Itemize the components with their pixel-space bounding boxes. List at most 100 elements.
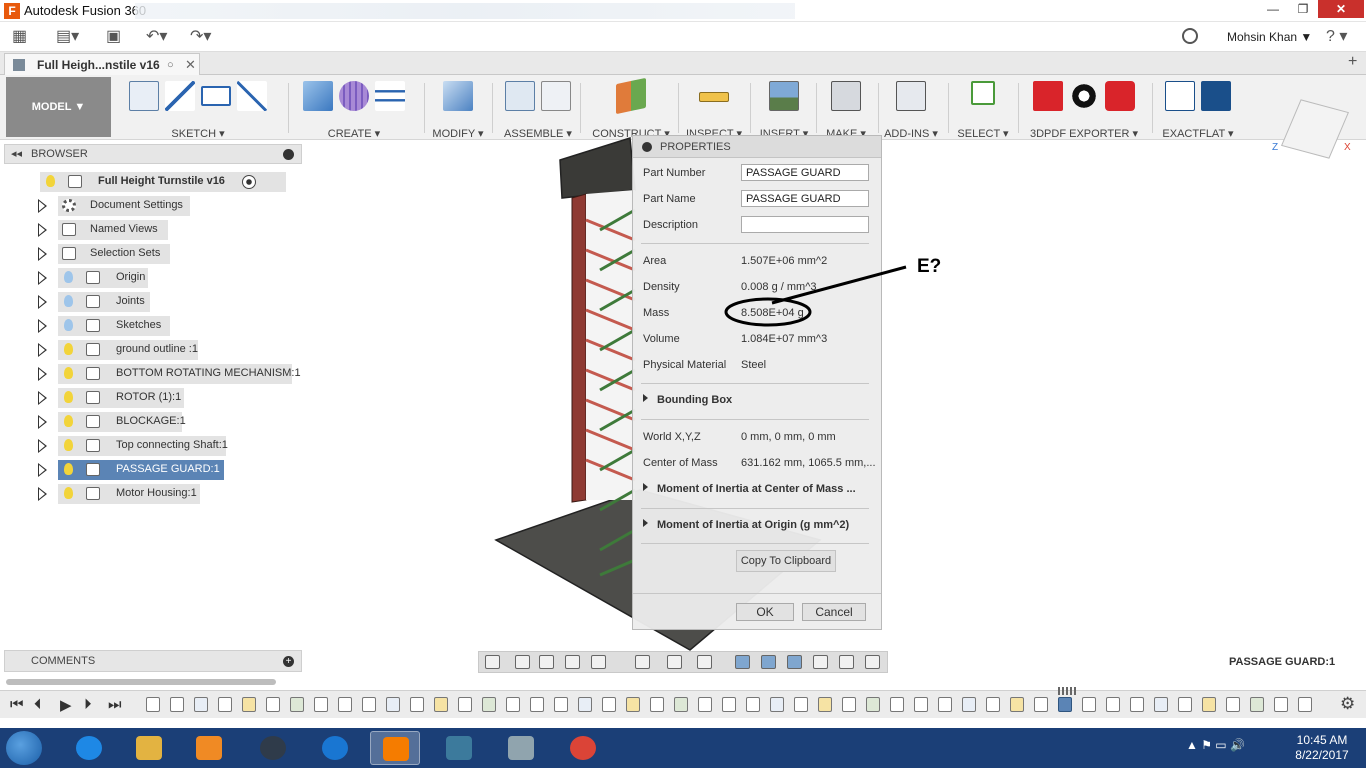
timeline-feature-icon[interactable] [338, 697, 352, 712]
timeline-feature-icon[interactable] [674, 697, 688, 712]
taskbar-explorer-button[interactable] [124, 731, 174, 765]
timeline-feature-icon[interactable] [698, 697, 712, 712]
modify-group[interactable]: MODIFY ▾ [428, 81, 488, 140]
timeline-feature-icon[interactable] [1034, 697, 1048, 712]
visibility-bulb-icon[interactable] [64, 319, 73, 331]
spline-icon[interactable] [237, 81, 267, 111]
pdf-settings-icon[interactable] [1105, 81, 1135, 111]
timeline-feature-icon[interactable] [914, 697, 928, 712]
view-cube[interactable]: Z X [1272, 96, 1358, 168]
timeline-feature-icon[interactable] [482, 697, 496, 712]
make-group[interactable]: MAKE ▾ [818, 81, 874, 140]
offset-plane-icon[interactable] [616, 77, 646, 115]
browser-tree-item[interactable]: PASSAGE GUARD:1 [38, 460, 298, 480]
3d-print-icon[interactable] [831, 81, 861, 111]
timeline-feature-icon[interactable] [746, 697, 760, 712]
zoom-icon[interactable] [565, 655, 580, 669]
add-comment-icon[interactable]: + [283, 656, 294, 667]
timeline-feature-icon[interactable] [434, 697, 448, 712]
timeline-next-icon[interactable]: ⏵ [84, 696, 92, 713]
timeline-feature-icon[interactable] [818, 697, 832, 712]
insert-group[interactable]: INSERT ▾ [754, 81, 814, 140]
view-cube-face[interactable] [1280, 99, 1350, 159]
timeline-feature-icon[interactable] [1226, 697, 1240, 712]
description-input[interactable] [741, 216, 869, 233]
viewports-icon[interactable] [697, 655, 712, 669]
job-status-clock-icon[interactable] [1182, 28, 1198, 44]
timeline-first-icon[interactable]: ⏮ [10, 696, 24, 713]
timeline-feature-icon[interactable] [962, 697, 976, 712]
pan-hand-icon[interactable] [539, 655, 554, 669]
timeline-last-icon[interactable]: ⏭ [108, 696, 122, 713]
expand-arrow-icon[interactable] [38, 223, 47, 237]
display-settings-icon[interactable] [635, 655, 650, 669]
timeline-play-icon[interactable]: ▶ [60, 696, 72, 714]
data-panel-grid-icon[interactable]: ▦ [12, 26, 27, 48]
close-button[interactable]: ✕ [1318, 0, 1364, 18]
browser-tree-item[interactable]: ground outline :1 [38, 340, 298, 360]
browser-root-row[interactable]: Full Height Turnstile v16 [20, 172, 286, 192]
file-menu-icon[interactable]: ▤▾ [56, 26, 79, 48]
timeline-feature-icon[interactable] [866, 697, 880, 712]
expand-arrow-icon[interactable] [38, 439, 47, 453]
timeline-feature-icon[interactable] [506, 697, 520, 712]
timeline-feature-icon[interactable] [1058, 697, 1072, 712]
part-number-input[interactable] [741, 164, 869, 181]
start-button[interactable] [6, 731, 42, 765]
undo-icon[interactable]: ↶▾ [146, 26, 167, 48]
taskbar-chrome-button[interactable] [558, 731, 608, 765]
taskbar-ie-button[interactable] [64, 731, 114, 765]
taskbar-c-app-button[interactable] [310, 731, 360, 765]
3dpdf-exporter-group[interactable]: 3DPDF EXPORTER ▾ [1022, 81, 1146, 140]
bounding-box-section[interactable]: Bounding Box [643, 394, 732, 406]
sketch-group[interactable]: SKETCH ▾ [118, 81, 278, 140]
timeline-feature-icon[interactable] [314, 697, 328, 712]
create-group[interactable]: CREATE ▾ [294, 81, 414, 140]
browser-tree-item[interactable]: Top connecting Shaft:1 [38, 436, 298, 456]
browser-tree-item[interactable]: Origin [38, 268, 298, 288]
browser-scrollbar[interactable] [6, 679, 276, 685]
properties-header[interactable]: PROPERTIES [633, 136, 881, 158]
timeline-feature-icon[interactable] [1154, 697, 1168, 712]
redo-icon[interactable]: ↷▾ [190, 26, 211, 48]
visibility-bulb-icon[interactable] [46, 175, 55, 187]
expand-arrow-icon[interactable] [38, 391, 47, 405]
box-view-icon[interactable] [865, 655, 880, 669]
fit-zoom-icon[interactable] [591, 655, 606, 669]
properties-collapse-icon[interactable] [642, 142, 652, 152]
browser-tree-item[interactable]: Named Views [38, 220, 298, 240]
new-component-icon[interactable] [505, 81, 535, 111]
timeline-settings-gear-icon[interactable]: ⚙ [1340, 694, 1355, 714]
timeline-feature-icon[interactable] [1298, 697, 1312, 712]
browser-tree-item[interactable]: ROTOR (1):1 [38, 388, 298, 408]
gears-icon[interactable] [1069, 81, 1099, 111]
timeline-feature-icon[interactable] [290, 697, 304, 712]
select-arrow-icon[interactable] [971, 81, 995, 105]
user-account-menu[interactable]: Mohsin Khan ▼ [1227, 30, 1312, 44]
activate-radio-icon[interactable] [242, 175, 256, 189]
wireframe-view-icon[interactable] [813, 655, 828, 669]
visibility-bulb-icon[interactable] [64, 439, 73, 451]
moi-center-section[interactable]: Moment of Inertia at Center of Mass ... [643, 483, 856, 495]
timeline-feature-icon[interactable] [1130, 697, 1144, 712]
timeline-feature-icon[interactable] [650, 697, 664, 712]
timeline-feature-icon[interactable] [194, 697, 208, 712]
browser-panel-header[interactable]: ◂◂ BROWSER [4, 144, 302, 164]
timeline-feature-icon[interactable] [602, 697, 616, 712]
visibility-bulb-icon[interactable] [64, 367, 73, 379]
part-name-input[interactable] [741, 190, 869, 207]
assemble-group[interactable]: ASSEMBLE ▾ [498, 81, 578, 140]
browser-tree-item[interactable]: Motor Housing:1 [38, 484, 298, 504]
visibility-bulb-icon[interactable] [64, 415, 73, 427]
shaded-view-icon[interactable] [735, 655, 750, 669]
hidden-edges-view-icon[interactable] [787, 655, 802, 669]
measure-icon[interactable] [699, 92, 729, 102]
timeline-feature-icon[interactable] [410, 697, 424, 712]
minimize-button[interactable]: — [1258, 0, 1288, 18]
arc-icon[interactable] [165, 81, 195, 111]
save-icon[interactable]: ▣ [106, 26, 121, 48]
timeline-feature-icon[interactable] [242, 697, 256, 712]
pattern-icon[interactable] [375, 81, 405, 111]
visibility-bulb-icon[interactable] [64, 343, 73, 355]
addins-group[interactable]: ADD-INS ▾ [880, 81, 942, 140]
